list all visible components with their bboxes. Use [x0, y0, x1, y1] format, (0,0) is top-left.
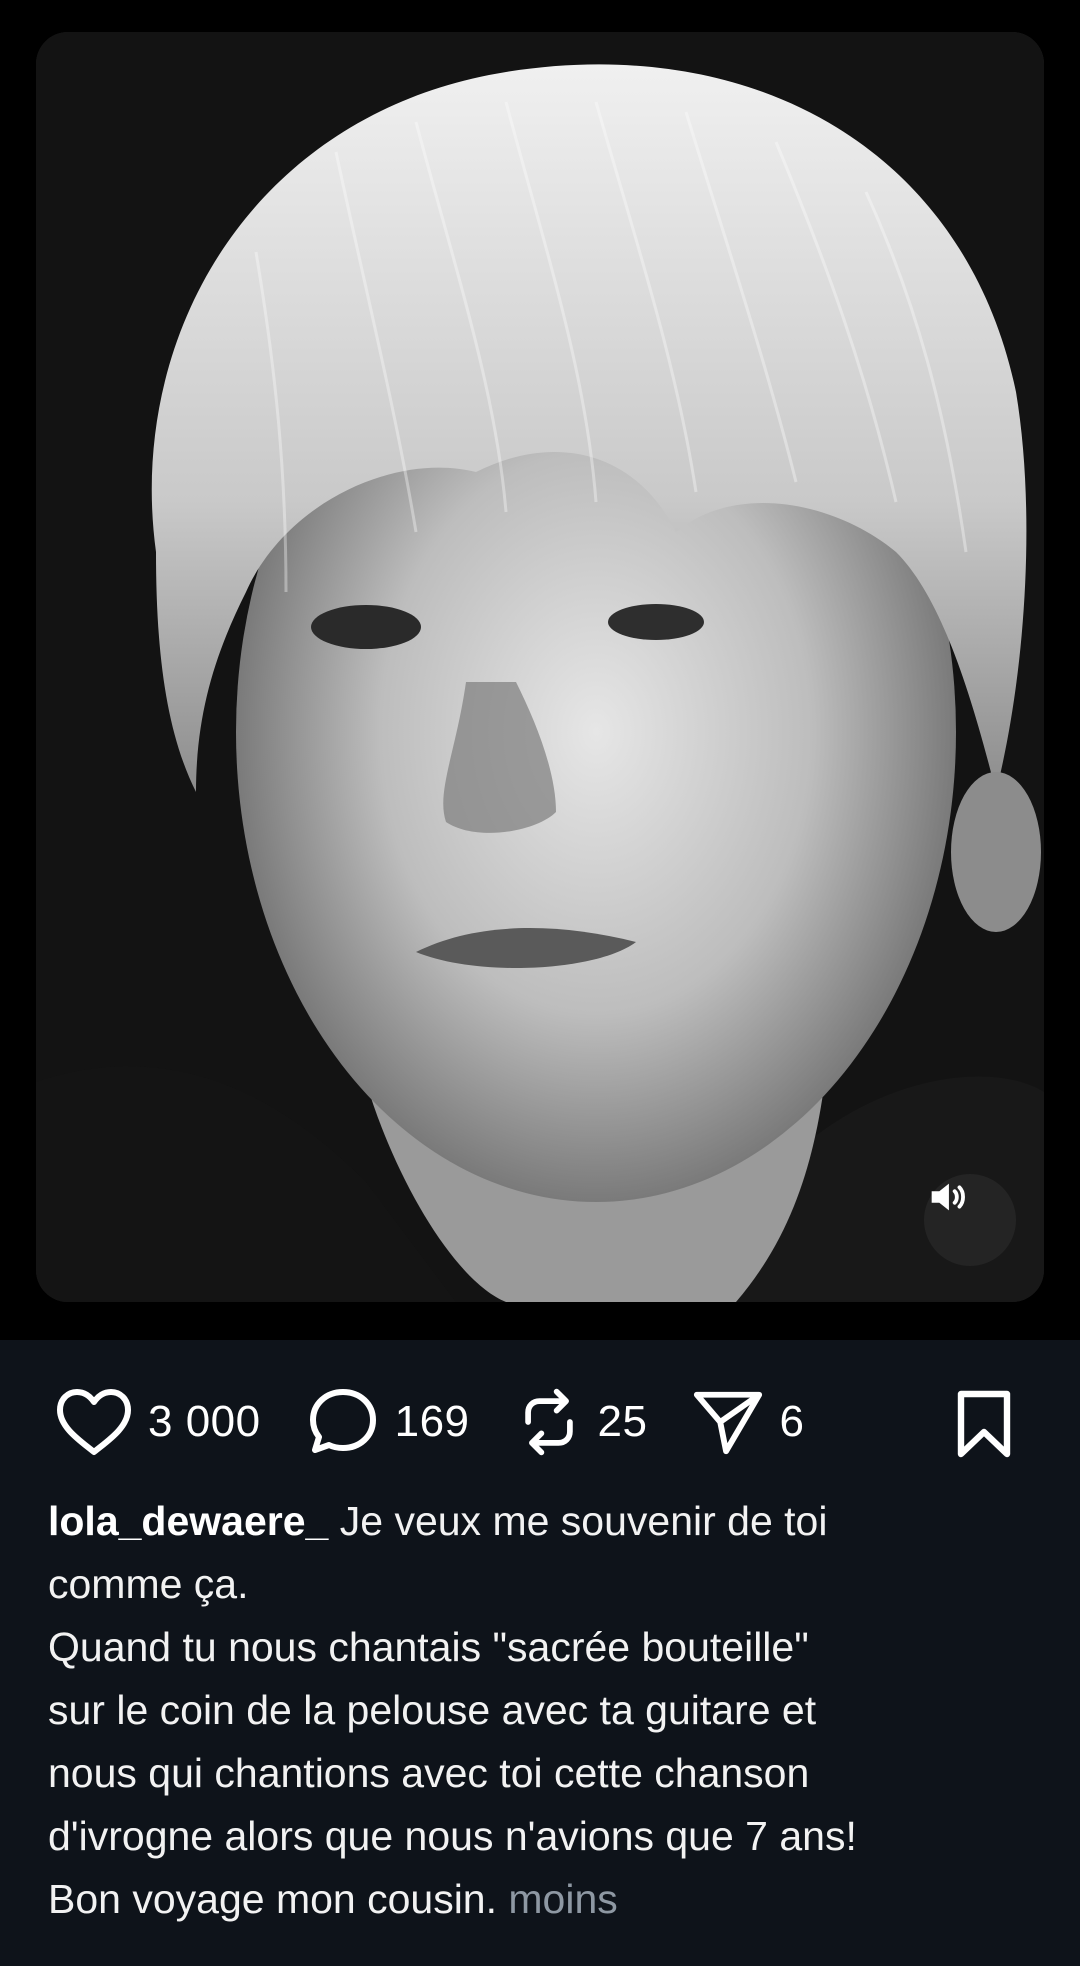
post-caption: lola_dewaere_ Je veux me souvenir de toi… — [48, 1490, 1038, 1931]
comment-count: 169 — [394, 1397, 470, 1446]
repost-icon — [524, 1388, 573, 1456]
caption-line-6: d'ivrogne alors que nous n'avions que 7 … — [48, 1813, 857, 1859]
caption-username[interactable]: lola_dewaere_ — [48, 1498, 328, 1544]
caption-line-2: comme ça. — [48, 1561, 249, 1607]
comment-bubble-icon — [309, 1389, 376, 1453]
share-count: 6 — [779, 1397, 805, 1446]
heart-icon — [57, 1389, 131, 1455]
repost-button[interactable]: 25 — [514, 1372, 648, 1472]
caption-line-3: Quand tu nous chantais "sacrée bouteille… — [48, 1624, 809, 1670]
caption-text-7: Bon voyage mon cousin. — [48, 1876, 497, 1922]
post-media-area — [0, 0, 1080, 1340]
less-link[interactable]: moins — [508, 1876, 617, 1922]
post-info-panel: 3 000 169 25 6 lola_dewaere_ Je veux me … — [0, 1340, 1080, 1966]
bookmark-icon — [957, 1390, 1011, 1458]
caption-text-1: Je veux me souvenir de toi — [339, 1498, 828, 1544]
post-photo[interactable] — [36, 32, 1044, 1302]
portrait-illustration — [36, 32, 1044, 1302]
action-bar: 3 000 169 25 6 — [54, 1372, 1034, 1472]
caption-line-5: nous qui chantions avec toi cette chanso… — [48, 1750, 810, 1796]
share-button[interactable]: 6 — [691, 1372, 804, 1472]
volume-on-icon — [931, 1183, 965, 1211]
comment-button[interactable]: 169 — [305, 1372, 470, 1472]
send-icon — [694, 1391, 763, 1455]
sound-toggle-button[interactable] — [924, 1174, 1016, 1266]
like-button[interactable]: 3 000 — [54, 1372, 261, 1472]
caption-line-4: sur le coin de la pelouse avec ta guitar… — [48, 1687, 817, 1733]
caption-line-1: lola_dewaere_ Je veux me souvenir de toi — [48, 1490, 1038, 1553]
bookmark-button[interactable] — [948, 1388, 1020, 1460]
caption-line-7: Bon voyage mon cousin. moins — [48, 1868, 1038, 1931]
repost-count: 25 — [597, 1397, 648, 1446]
like-count: 3 000 — [148, 1397, 261, 1446]
